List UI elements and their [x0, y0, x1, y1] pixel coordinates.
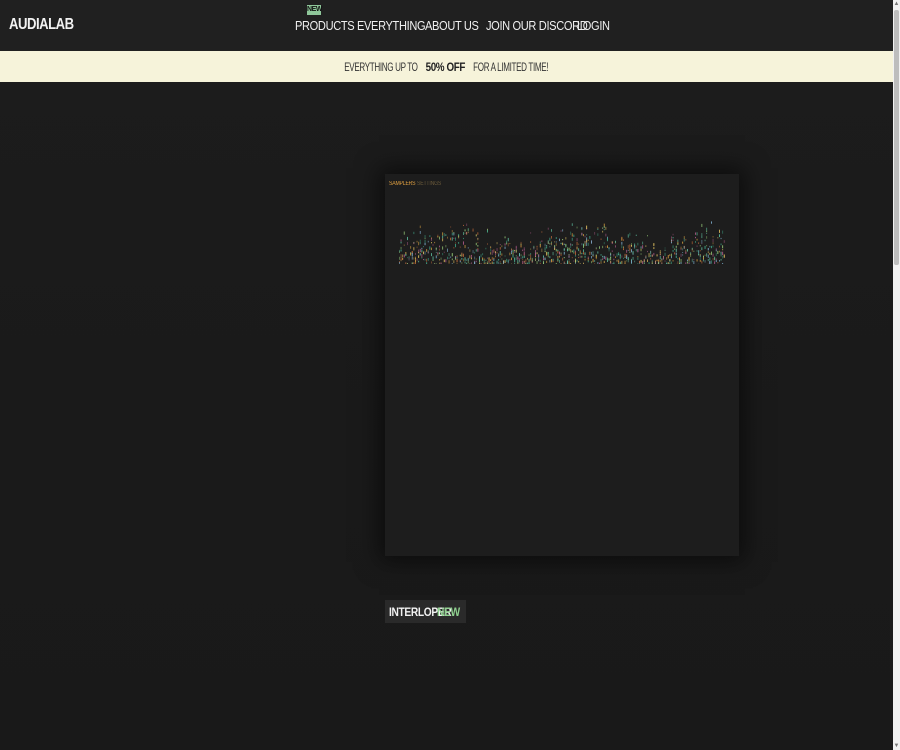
- site-logo[interactable]: AUDIALAB: [9, 16, 74, 34]
- scroll-up-arrow-icon[interactable]: ▲: [893, 0, 900, 8]
- scroll-thumb[interactable]: [894, 10, 899, 265]
- promo-banner[interactable]: EVERYTHING UP TO 50% OFF FOR A LIMITED T…: [0, 51, 893, 82]
- top-navbar: AUDIALAB NEW PRODUCTS EVERYTHING ABOUT U…: [0, 0, 893, 52]
- promo-suffix: FOR A LIMITED TIME!: [473, 60, 549, 74]
- product-preview[interactable]: SAMPLERS SETTINGS: [385, 174, 739, 556]
- product-new-tag: NEW: [437, 600, 464, 623]
- plugin-ui: SAMPLERS SETTINGS: [385, 174, 739, 556]
- page: AUDIALAB NEW PRODUCTS EVERYTHING ABOUT U…: [0, 0, 893, 750]
- scrollbar[interactable]: ▲ ▼: [893, 0, 900, 750]
- new-badge: NEW: [307, 5, 323, 15]
- tab-samplers[interactable]: SAMPLERS: [389, 181, 416, 187]
- tab-settings[interactable]: SETTINGS: [417, 181, 441, 187]
- nav-join-discord[interactable]: JOIN OUR DISCORD: [486, 18, 588, 33]
- waveform-visualizer: [399, 221, 725, 264]
- product-new-label: NEW: [437, 605, 460, 619]
- nav-products[interactable]: PRODUCTS: [295, 18, 355, 33]
- promo-highlight: 50% OFF: [425, 60, 466, 74]
- nav-about-us[interactable]: ABOUT US: [425, 18, 479, 33]
- promo-prefix: EVERYTHING UP TO: [344, 60, 418, 74]
- nav-everything[interactable]: EVERYTHING: [357, 18, 426, 33]
- scroll-down-arrow-icon[interactable]: ▼: [893, 742, 900, 750]
- nav-login[interactable]: LOGIN: [577, 18, 610, 33]
